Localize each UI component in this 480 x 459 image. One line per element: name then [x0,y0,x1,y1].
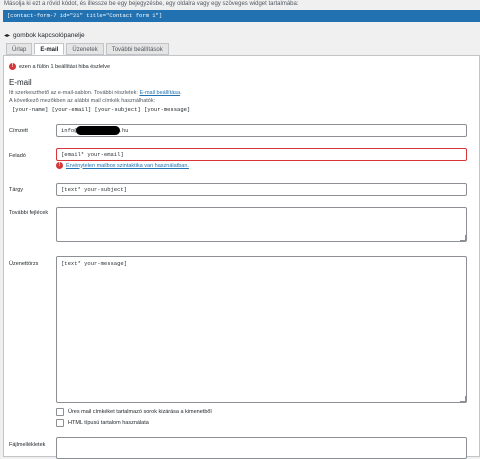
mail-setup-link[interactable]: E-mail beállítása [139,90,180,96]
redaction-mark [76,126,120,135]
to-value-end: .hu [118,127,129,134]
body-textarea[interactable]: [text* your-message] [56,256,467,403]
headers-textarea[interactable] [56,207,467,242]
from-error-link[interactable]: Érvénytelen mailbox szintaktika van hasz… [66,163,189,169]
exclude-blank-option[interactable]: Üres mail címkéket tartalmazó sorok kizá… [56,408,212,416]
error-icon: ! [9,63,16,70]
from-field-error: ! Érvénytelen mailbox szintaktika van ha… [56,162,189,169]
from-field[interactable]: [email* your-email] [56,148,467,161]
resize-handle-icon[interactable] [460,235,466,241]
tab-error-text: ezen a fülön 1 beállítási hiba észlelve [19,63,111,70]
tab-error-notice: ! ezen a fülön 1 beállítási hiba észlelv… [9,63,110,70]
tab-form[interactable]: Űrlap [6,43,33,55]
subject-label: Tárgy [9,187,24,193]
section-description: Itt szerkeszthető az e-mail-sablon. Tová… [9,90,182,96]
attachments-label: Fájlmellékletek [9,442,46,448]
mail-tags-intro: A következő mezőkben az alábbi mail címk… [9,98,156,104]
use-html-label[interactable]: HTML típusú tartalom használata [68,420,149,426]
use-html-checkbox[interactable] [56,419,64,427]
to-field[interactable]: info@ .hu [56,124,467,137]
desc-suffix: . [180,90,182,96]
attachments-textarea[interactable] [56,437,467,459]
shortcode-box[interactable]: [contact-form-7 id="21" title="Contact f… [3,10,480,22]
resize-handle-icon[interactable] [460,396,466,402]
toggle-arrows-icon: ◂▸ [4,33,11,39]
tab-mail[interactable]: E-mail [34,43,65,55]
tab-additional-settings[interactable]: További beállítások [105,43,169,55]
headers-label: További fejlécek [9,210,49,216]
mail-tags-list: [your-name] [your-email] [your-subject] … [12,106,191,113]
to-label: Címzett [9,128,28,134]
exclude-blank-label[interactable]: Üres mail címkéket tartalmazó sorok kizá… [68,409,212,415]
shortcode-hint: Másolja ki ezt a rövid kódot, és illessz… [4,1,299,7]
toggle-panel-label[interactable]: gombok kapcsolópanelje [13,32,85,39]
use-html-option[interactable]: HTML típusú tartalom használata [56,419,149,427]
tab-messages[interactable]: Üzenetek [66,43,104,55]
from-label: Feladó [9,153,26,159]
desc-text: Itt szerkeszthető az e-mail-sablon. Tová… [9,90,138,96]
toggle-panel-row[interactable]: ◂▸ gombok kapcsolópanelje [4,32,85,39]
section-title: E-mail [9,78,32,87]
body-label: Üzenettörzs [9,261,39,267]
tab-bar: Űrlap E-mail Üzenetek További beállításo… [6,43,169,55]
error-icon: ! [56,162,63,169]
subject-field[interactable]: [text* your-subject] [56,183,467,196]
exclude-blank-checkbox[interactable] [56,408,64,416]
